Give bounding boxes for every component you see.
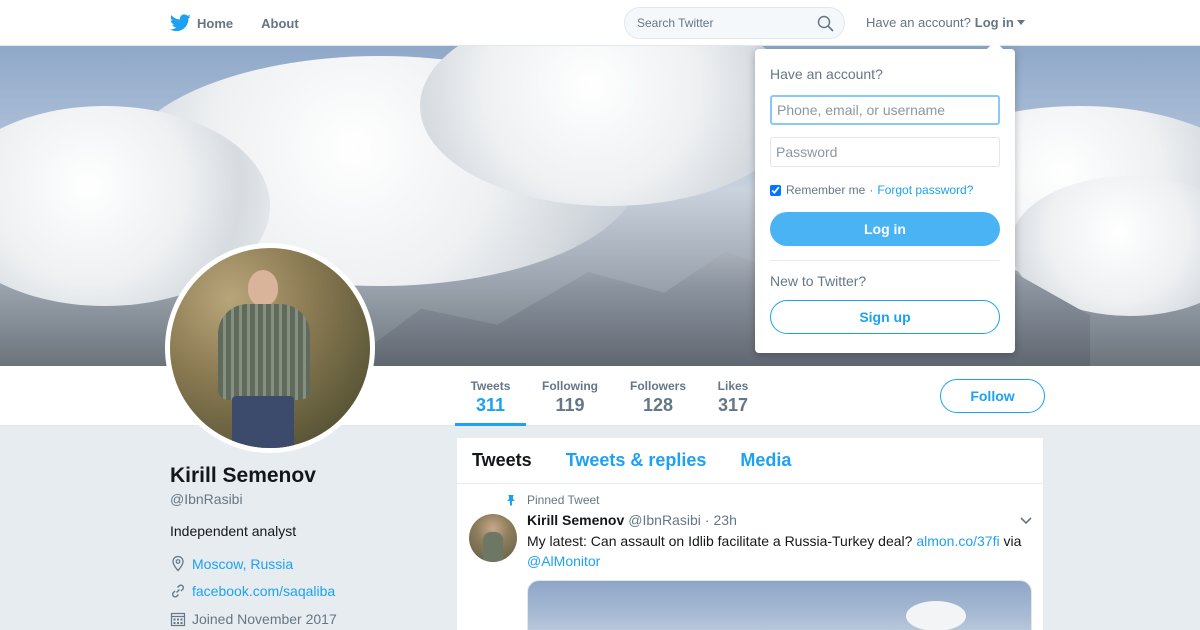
top-nav: Home About Have an account? Log in — [0, 0, 1200, 46]
signup-button[interactable]: Sign up — [770, 300, 1000, 334]
twitter-bird-icon — [170, 14, 191, 32]
tab-media[interactable]: Media — [740, 450, 791, 471]
timeline: Tweets Tweets & replies Media Pinned Twe… — [456, 437, 1044, 630]
tweet-avatar[interactable] — [469, 514, 517, 562]
remember-label: Remember me — [786, 183, 866, 197]
tweet-dot: · — [704, 512, 710, 528]
profile-name[interactable]: Kirill Semenov — [170, 464, 316, 488]
chevron-down-icon — [1016, 20, 1025, 25]
tweet-text: My latest: Can assault on Idlib facilita… — [527, 531, 1032, 571]
nav-home-label: Home — [197, 15, 234, 31]
pin-icon — [507, 495, 515, 506]
stat-label: Likes — [717, 379, 749, 393]
account-area: Have an account? Log in — [866, 15, 1025, 30]
stat-label: Tweets — [470, 379, 511, 393]
pinned-indicator: Pinned Tweet — [505, 493, 600, 507]
search-box — [624, 7, 845, 39]
login-button[interactable]: Log in — [770, 212, 1000, 246]
remember-separator: · — [869, 183, 874, 197]
calendar-icon — [170, 612, 186, 627]
stat-value: 119 — [555, 395, 585, 415]
location-pin-icon — [172, 555, 184, 572]
link-icon — [172, 584, 184, 598]
dropdown-divider — [770, 260, 1000, 261]
username-field[interactable] — [770, 95, 1000, 125]
profile-avatar[interactable] — [165, 243, 375, 453]
profile-bio: Independent analyst — [170, 523, 297, 539]
timeline-tabs: Tweets Tweets & replies Media — [457, 438, 1043, 484]
nav-left: Home About — [170, 0, 327, 46]
stat-tweets[interactable]: Tweets 311 — [455, 366, 526, 426]
joined-text: Joined November 2017 — [192, 611, 337, 627]
nav-home[interactable]: Home — [170, 14, 233, 32]
new-to-twitter-text: New to Twitter? — [770, 273, 867, 289]
tweet-header: Kirill Semenov @IbnRasibi · 23h — [527, 512, 737, 528]
have-account-text: Have an account? — [866, 15, 971, 30]
profile-handle: @IbnRasibi — [170, 491, 243, 507]
tweet-text-via: via — [999, 533, 1022, 549]
profile-location: Moscow, Russia — [170, 555, 293, 572]
chevron-down-icon[interactable] — [1019, 516, 1033, 526]
login-dropdown: Have an account? Remember me · Forgot pa… — [755, 41, 1015, 353]
password-field[interactable] — [770, 137, 1000, 167]
profile-website: facebook.com/saqaliba — [170, 583, 335, 599]
remember-row: Remember me · Forgot password? — [770, 183, 973, 197]
tweet-link[interactable]: almon.co/37fi — [916, 533, 999, 549]
profile-joined: Joined November 2017 — [170, 611, 337, 627]
tweet-time[interactable]: 23h — [714, 512, 737, 528]
stat-value: 311 — [475, 395, 506, 415]
search-input[interactable] — [625, 8, 805, 38]
pinned-label: Pinned Tweet — [527, 493, 600, 507]
remember-checkbox[interactable] — [770, 184, 781, 196]
forgot-password-link[interactable]: Forgot password? — [877, 183, 973, 197]
stat-likes[interactable]: Likes 317 — [710, 366, 756, 426]
login-toggle[interactable]: Log in — [975, 15, 1025, 30]
tweet-author-name[interactable]: Kirill Semenov — [527, 512, 624, 528]
avatar-photo — [170, 248, 370, 448]
stat-following[interactable]: Following 119 — [531, 366, 609, 426]
stat-value: 128 — [642, 395, 674, 415]
nav-about-label: About — [261, 15, 299, 31]
tweet-author-handle[interactable]: @IbnRasibi — [628, 512, 701, 528]
location-text[interactable]: Moscow, Russia — [192, 556, 293, 572]
website-link[interactable]: facebook.com/saqaliba — [192, 583, 335, 599]
follow-button[interactable]: Follow — [940, 379, 1045, 413]
stat-followers[interactable]: Followers 128 — [620, 366, 696, 426]
login-toggle-label: Log in — [974, 15, 1014, 30]
search-icon[interactable] — [817, 15, 834, 32]
stat-label: Followers — [629, 379, 686, 393]
tab-tweets-replies[interactable]: Tweets & replies — [566, 450, 707, 471]
tweet-text-main: My latest: Can assault on Idlib facilita… — [527, 533, 917, 549]
tab-tweets[interactable]: Tweets — [472, 450, 532, 471]
tweet-mention[interactable]: @AlMonitor — [527, 553, 600, 569]
nav-about[interactable]: About — [261, 16, 299, 31]
stat-value: 317 — [717, 395, 749, 415]
stat-label: Following — [542, 379, 598, 393]
dropdown-title: Have an account? — [770, 66, 883, 82]
tweet-media-card[interactable] — [527, 580, 1032, 630]
